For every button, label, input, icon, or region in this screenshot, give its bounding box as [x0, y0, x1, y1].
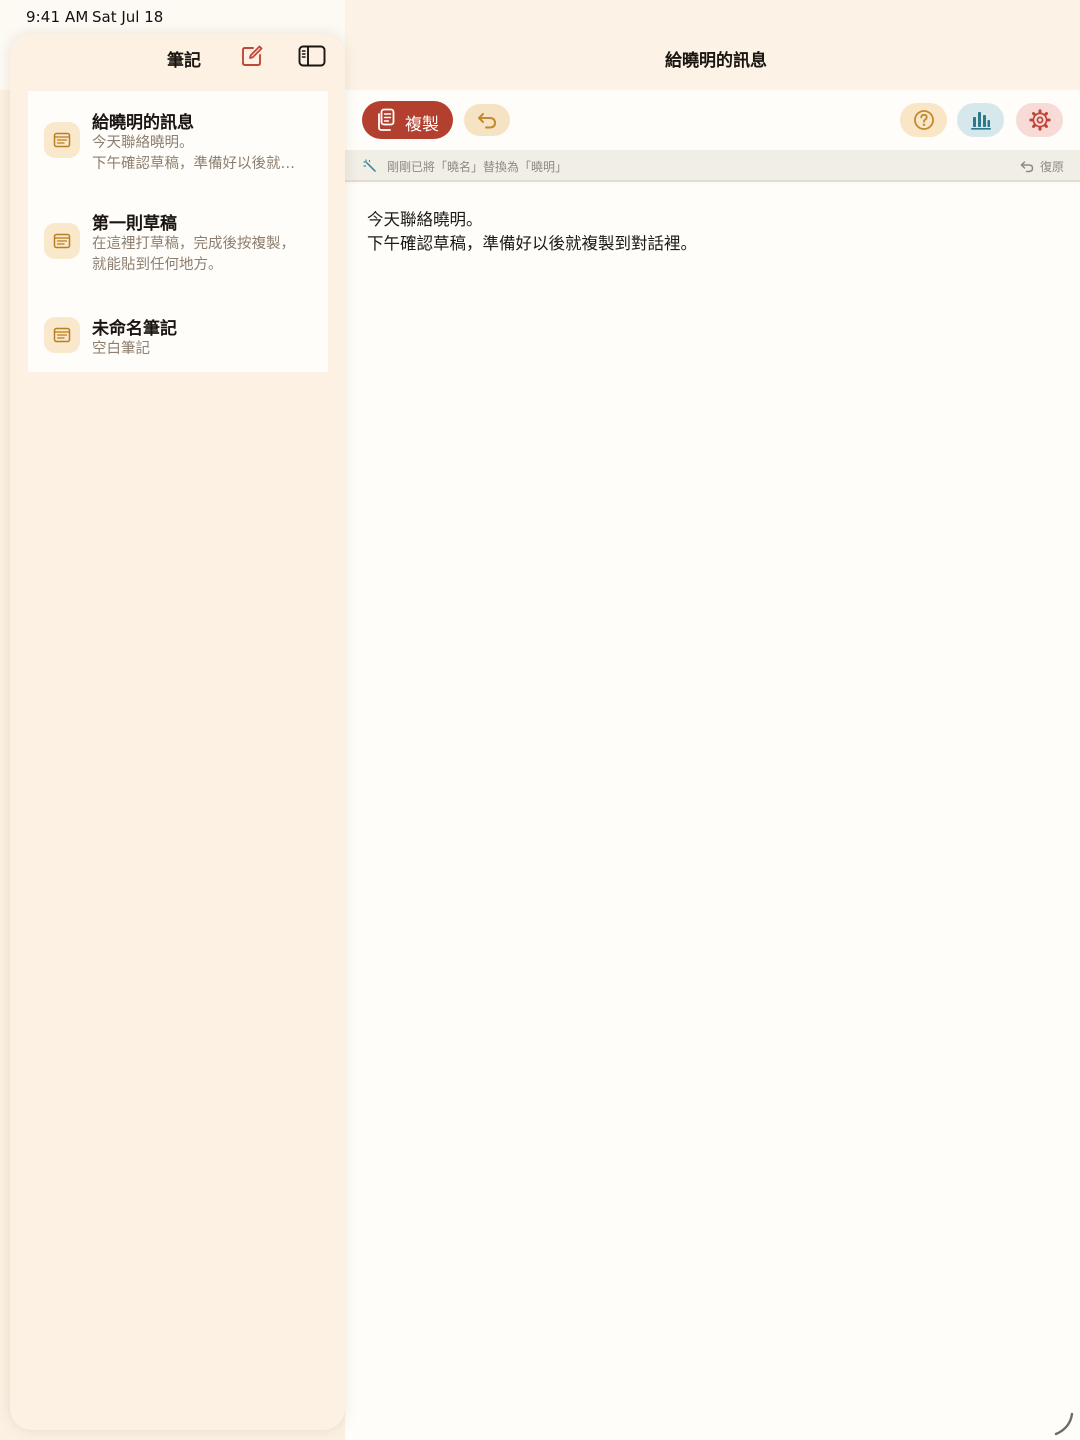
copy-button-label: 複製 [405, 115, 439, 135]
bar-chart-icon [970, 112, 991, 130]
compose-note-button[interactable] [240, 44, 264, 68]
note-preview: 下午確認草稿，準備好以後就… [92, 156, 295, 172]
sidebar-toggle-button[interactable] [298, 44, 326, 68]
revert-button[interactable]: 復原 [1020, 155, 1064, 177]
sidebar: 筆記 給曉明的訊息 今天聯絡曉明。 下午確認草稿，準備好以後就… 第一則草稿 在… [10, 34, 345, 1430]
note-list: 給曉明的訊息 今天聯絡曉明。 下午確認草稿，準備好以後就… 第一則草稿 在這裡打… [28, 91, 328, 372]
status-date: Sat Jul 18 [92, 8, 164, 26]
note-icon [44, 122, 80, 158]
detail-title: 給曉明的訊息 [665, 51, 767, 71]
revert-label: 復原 [1039, 159, 1064, 174]
replacement-banner: 剛剛已將「曉名」替換為「曉明」 復原 [345, 150, 1080, 182]
gear-icon [1028, 109, 1051, 131]
note-preview: 今天聯絡曉明。 [92, 135, 194, 151]
editor-line: 下午確認草稿，準備好以後就複製到對話裡。 [367, 234, 697, 253]
note-preview: 在這裡打草稿，完成後按複製， [92, 236, 295, 252]
note-title: 給曉明的訊息 [92, 113, 194, 133]
editor-line: 今天聯絡曉明。 [367, 210, 483, 229]
note-title: 第一則草稿 [92, 214, 177, 234]
stats-button[interactable] [957, 103, 1004, 137]
detail-header: 給曉明的訊息 [345, 0, 1080, 90]
replacement-message: 剛剛已將「曉名」替換為「曉明」 [387, 160, 568, 174]
list-item[interactable]: 未命名筆記 空白筆記 [28, 287, 328, 372]
copy-button[interactable]: 複製 [362, 101, 453, 139]
note-doc-icon [53, 233, 71, 249]
note-doc-icon [53, 327, 71, 343]
note-title: 未命名筆記 [92, 319, 177, 339]
notes-app: 9:41 AM Sat Jul 18 給曉明的訊息 複製 剛剛已將「曉名」替換為… [0, 0, 1080, 1440]
note-doc-icon [53, 132, 71, 148]
status-time: 9:41 AM [26, 8, 89, 26]
revert-arrow-icon [1020, 160, 1034, 172]
settings-button[interactable] [1016, 103, 1063, 137]
note-icon [44, 317, 80, 353]
resize-handle-icon[interactable] [1050, 1410, 1076, 1436]
magic-wand-icon [363, 159, 376, 172]
question-circle-icon [913, 110, 934, 130]
list-item[interactable]: 給曉明的訊息 今天聯絡曉明。 下午確認草稿，準備好以後就… [28, 91, 328, 187]
note-editor[interactable]: 今天聯絡曉明。 下午確認草稿，準備好以後就複製到對話裡。 [345, 184, 1080, 1440]
undo-arrow-icon [478, 113, 497, 129]
note-preview: 就能貼到任何地方。 [92, 257, 223, 273]
list-item[interactable]: 第一則草稿 在這裡打草稿，完成後按複製， 就能貼到任何地方。 [28, 187, 328, 287]
note-icon [44, 223, 80, 259]
note-preview: 空白筆記 [92, 341, 150, 357]
help-button[interactable] [900, 103, 947, 137]
copy-icon [378, 108, 395, 131]
sidebar-title: 筆記 [167, 51, 201, 71]
undo-button[interactable] [464, 104, 510, 136]
editor-toolbar: 複製 [345, 90, 1080, 150]
